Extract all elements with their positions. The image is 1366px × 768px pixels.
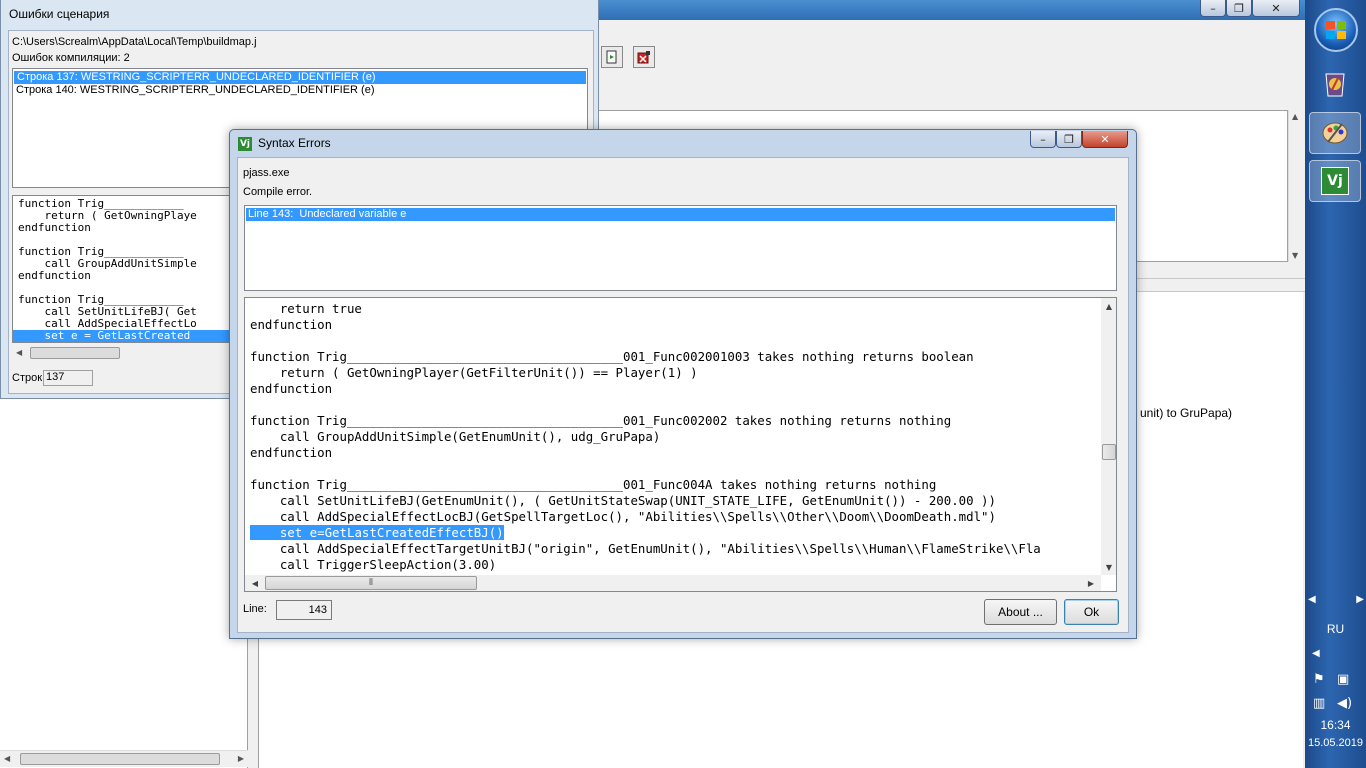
maximize-button[interactable]: ❐	[1056, 131, 1082, 148]
taskbar-scroll-arrows[interactable]: ◀ ▶	[1306, 594, 1366, 612]
code-line: call GroupAddUnitSimple(GetEnumUnit(), u…	[250, 429, 661, 444]
trigger-tree-horizontal-scrollbar[interactable]: ◀ ▶	[0, 750, 248, 767]
background-titlebar	[560, 0, 1305, 20]
code-line: return ( GetOwningPlayer(GetFilterUnit()…	[250, 365, 698, 380]
list-item[interactable]: Строка 140: WESTRING_SCRIPTERR_UNDECLARE…	[13, 84, 587, 97]
background-close-button[interactable]: ✕	[1252, 0, 1300, 17]
scroll-thumb[interactable]: ⦀	[265, 576, 477, 590]
code-vertical-scrollbar[interactable]: ▲ ▼	[1101, 298, 1116, 575]
network-icon[interactable]: ▥	[1313, 696, 1325, 711]
scroll-left-icon[interactable]: ◀	[1308, 594, 1316, 612]
line-number-field[interactable]: 143	[276, 600, 332, 620]
scroll-right-icon[interactable]: ▶	[1083, 575, 1099, 591]
code-line: call AddSpecialEffectLocBJ(GetSpellTarge…	[250, 509, 996, 524]
removable-device-icon[interactable]: ▣	[1337, 672, 1349, 687]
syntax-errors-titlebar[interactable]: Vj Syntax Errors – ❐ ✕	[230, 130, 1136, 156]
code-line: function Trig___________________________…	[250, 349, 974, 364]
start-button[interactable]	[1314, 8, 1358, 52]
background-maximize-button[interactable]: ❐	[1226, 0, 1252, 17]
about-button[interactable]: About ...	[984, 599, 1057, 625]
taskbar-world-editor-icon[interactable]	[1309, 64, 1361, 106]
scroll-down-icon[interactable]: ▼	[1101, 559, 1116, 575]
code-line-error: set e=GetLastCreatedEffectBJ()	[250, 525, 1100, 541]
compile-status-label: Compile error.	[243, 186, 313, 198]
volume-icon[interactable]: ◀)	[1337, 696, 1352, 711]
highlighted-error-code: set e=GetLastCreatedEffectBJ()	[279, 525, 504, 540]
code-line: endfunction	[250, 445, 333, 460]
code-line: return true	[250, 301, 362, 316]
line-label: Строк	[12, 372, 43, 384]
ok-button[interactable]: Ok	[1064, 599, 1119, 625]
code-line: endfunction	[18, 269, 91, 282]
list-item[interactable]: Строка 137: WESTRING_SCRIPTERR_UNDECLARE…	[14, 71, 586, 84]
clock-time[interactable]: 16:34	[1305, 718, 1366, 732]
line-label: Line:	[243, 603, 267, 615]
code-line: call SetUnitLifeBJ(GetEnumUnit(), ( GetU…	[250, 493, 996, 508]
minimize-button[interactable]: –	[1030, 131, 1056, 148]
checker-exe-label: pjass.exe	[243, 167, 290, 179]
code-line: endfunction	[250, 381, 333, 396]
code-line-selected: set e = GetLastCreated	[13, 330, 231, 342]
close-button[interactable]: ✕	[1082, 131, 1128, 148]
scroll-thumb[interactable]	[1102, 444, 1116, 460]
scroll-thumb[interactable]	[30, 347, 120, 359]
code-line: call TriggerSleepAction(3.00)	[250, 557, 497, 572]
file-path-label: C:\Users\Screalm\AppData\Local\Temp\buil…	[12, 36, 257, 48]
action-center-flag-icon[interactable]: ⚑	[1313, 672, 1325, 687]
code-line: endfunction	[250, 317, 333, 332]
code-line: function Trig___________________________…	[250, 477, 937, 492]
windows-logo-icon	[1326, 21, 1346, 39]
list-item[interactable]: Line 143: Undeclared variable e	[246, 208, 1115, 221]
scroll-left-icon[interactable]: ◀	[16, 348, 22, 357]
background-minimize-button[interactable]: –	[1200, 0, 1226, 17]
compile-errors-horizontal-scrollbar[interactable]: ◀	[12, 345, 232, 362]
toolbar-test-map-icon[interactable]	[601, 46, 623, 68]
taskbar-jass-checker-icon[interactable]: Vj	[1309, 160, 1361, 202]
window-title: Syntax Errors	[258, 136, 331, 150]
syntax-errors-code-view[interactable]: return true endfunction function Trig___…	[244, 297, 1117, 592]
window-title: Ошибки сценария	[9, 7, 110, 21]
clock-date[interactable]: 15.05.2019	[1305, 737, 1366, 749]
background-vertical-scrollbar[interactable]: ▲ ▼	[1288, 110, 1303, 262]
line-number-field[interactable]: 137	[43, 370, 93, 386]
code-horizontal-scrollbar[interactable]: ◀ ⦀ ▶	[245, 575, 1101, 591]
code-line: call AddSpecialEffectTargetUnitBJ("origi…	[250, 541, 1041, 556]
code-line: function Trig___________________________…	[250, 413, 952, 428]
language-indicator[interactable]: RU	[1305, 622, 1366, 636]
code-line: endfunction	[18, 221, 91, 234]
taskbar-paint-icon[interactable]	[1309, 112, 1361, 154]
scroll-up-icon[interactable]: ▲	[1101, 298, 1116, 314]
error-count-label: Ошибок компиляции: 2	[12, 52, 130, 64]
jass-checker-icon: Vj	[238, 137, 252, 151]
toolbar-error-check-icon[interactable]	[633, 46, 655, 68]
scroll-right-icon[interactable]: ▶	[1356, 594, 1364, 612]
syntax-error-list[interactable]: Line 143: Undeclared variable e	[244, 205, 1117, 291]
trigger-action-text[interactable]: d unit) to GruPapa)	[1130, 406, 1232, 420]
compile-errors-code-view[interactable]: function Trig____________ return ( GetOw…	[12, 195, 232, 343]
show-hidden-icons-icon[interactable]: ◀	[1312, 648, 1320, 659]
scroll-left-icon[interactable]: ◀	[247, 575, 263, 591]
